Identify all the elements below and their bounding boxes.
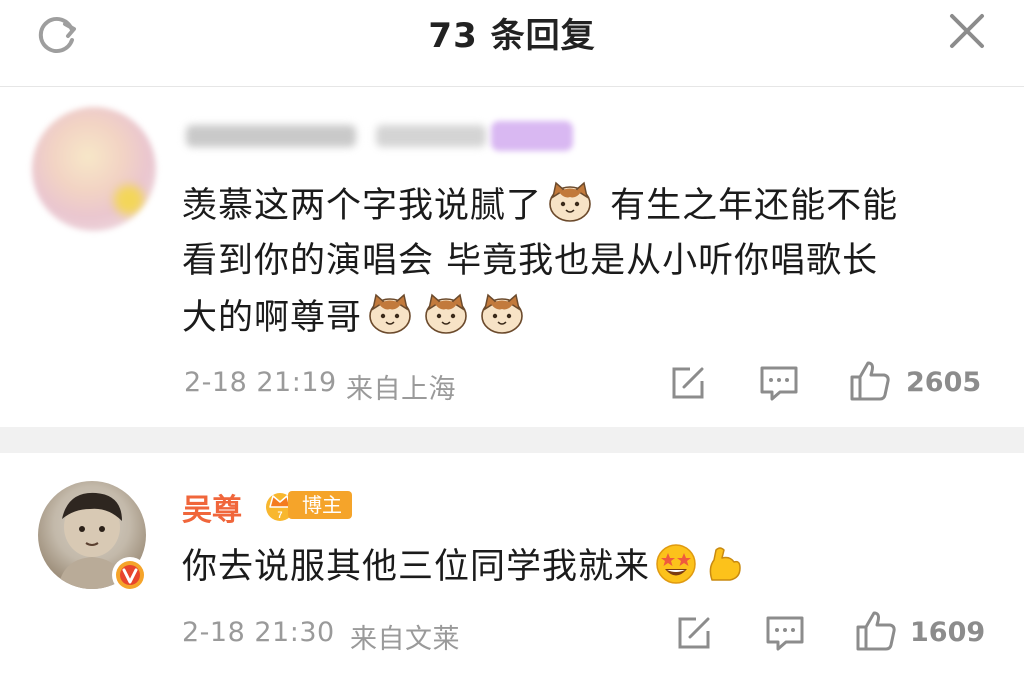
share-icon[interactable]: [668, 363, 708, 403]
comment-text-line-4: 大的啊尊哥: [182, 298, 363, 338]
blogger-badge-label: 博主: [288, 491, 352, 519]
comment-location: 来自文莱: [350, 624, 460, 655]
cat-emoji-icon: [425, 293, 467, 334]
comment-text: 你去说服其他三位同学我就来: [182, 539, 746, 595]
comment-icon[interactable]: [764, 613, 806, 653]
author-name[interactable]: 吴尊: [182, 485, 242, 529]
comment-item: 羡慕这两个字我说腻了 有生之年还能不能 看到你的演唱会 毕竟我也是从小听你唱歌长…: [0, 87, 1024, 427]
flexed-biceps-emoji-icon: [709, 547, 741, 581]
like-count: 1609: [910, 617, 986, 648]
cat-emoji-icon: [549, 181, 591, 222]
comment-item: 吴尊 7 博主 你去说服其他三位同学我就来 2-18 21:30 来自文莱 16…: [0, 453, 1024, 693]
comment-text: 羡慕这两个字我说腻了 有生之年还能不能 看到你的演唱会 毕竟我也是从小听你唱歌长…: [182, 177, 982, 345]
like-count: 2605: [906, 367, 982, 398]
comment-date: 2-18 21:19: [184, 367, 337, 398]
verified-badge-icon: [112, 557, 148, 593]
share-icon[interactable]: [674, 613, 714, 653]
comment-date: 2-18 21:30: [182, 617, 335, 648]
comment-text-line-1: 羡慕这两个字我说腻了: [182, 186, 543, 226]
like-icon[interactable]: [848, 359, 892, 403]
comment-icon[interactable]: [758, 363, 800, 403]
blurred-username: [186, 117, 576, 153]
avatar[interactable]: [32, 107, 156, 231]
svg-text:7: 7: [277, 510, 282, 520]
comment-text-line-3: 看到你的演唱会 毕竟我也是从小听你唱歌长: [182, 241, 879, 281]
like-icon[interactable]: [854, 609, 898, 653]
comment-separator: [0, 427, 1024, 453]
cat-emoji-icon: [369, 293, 411, 334]
reply-header: 73 条回复: [0, 0, 1024, 87]
comment-location: 来自上海: [346, 374, 456, 405]
reply-count-title: 73 条回复: [428, 16, 596, 56]
comment-text-line-2: 有生之年还能不能: [610, 186, 899, 226]
cat-emoji-icon: [481, 293, 523, 334]
close-icon[interactable]: [944, 8, 990, 54]
comment-text-line: 你去说服其他三位同学我就来: [182, 547, 651, 587]
star-struck-emoji-icon: [656, 544, 696, 584]
